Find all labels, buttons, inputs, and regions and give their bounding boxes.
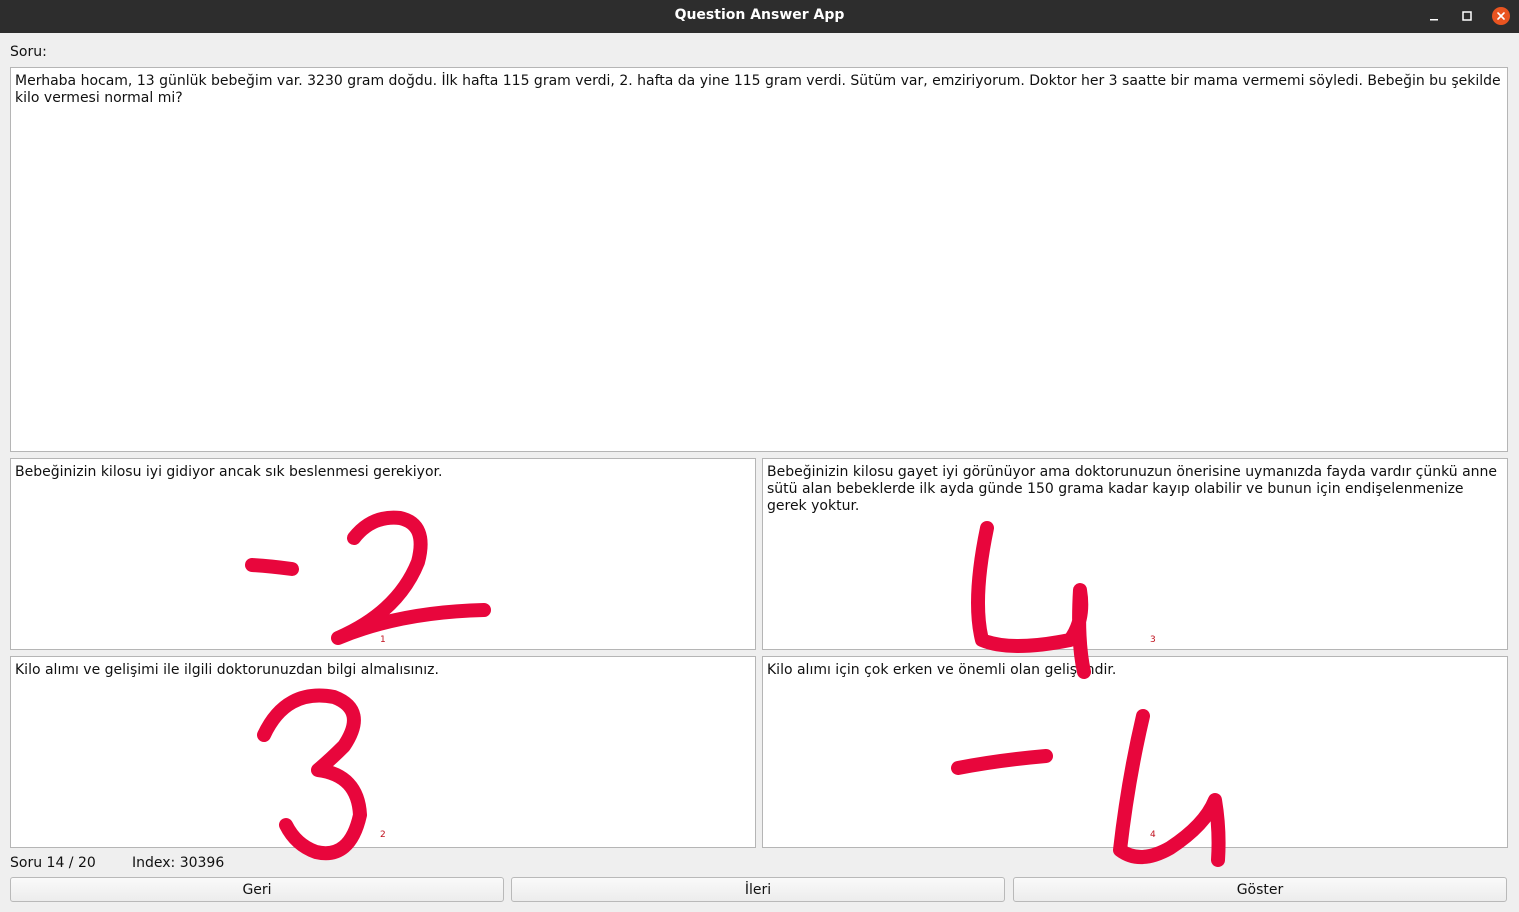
answer-index-label-2: 3 [1150, 635, 1156, 645]
close-icon [1497, 12, 1505, 20]
question-label: Soru: [10, 44, 47, 60]
maximize-icon [1462, 11, 1472, 21]
answer-box-4[interactable]: Kilo alımı için çok erken ve önemli olan… [762, 656, 1508, 848]
title-bar: Question Answer App [0, 0, 1519, 33]
show-button[interactable]: Göster [1013, 877, 1507, 902]
question-counter: Soru 14 / 20 [10, 855, 96, 871]
question-index: Index: 30396 [132, 855, 225, 871]
next-button[interactable]: İleri [511, 877, 1005, 902]
answer-text-3: Kilo alımı ve gelişimi ile ilgili doktor… [15, 662, 439, 678]
close-button[interactable] [1491, 6, 1511, 26]
question-textbox[interactable]: Merhaba hocam, 13 günlük bebeğim var. 32… [10, 67, 1508, 452]
question-text: Merhaba hocam, 13 günlük bebeğim var. 32… [15, 73, 1501, 106]
answer-index-label-1: 1 [380, 635, 386, 645]
answer-box-1[interactable]: Bebeğinizin kilosu iyi gidiyor ancak sık… [10, 458, 756, 650]
close-button-circle [1492, 7, 1510, 25]
minimize-button[interactable] [1424, 6, 1444, 26]
answer-box-3[interactable]: Kilo alımı ve gelişimi ile ilgili doktor… [10, 656, 756, 848]
answer-index-label-3: 2 [380, 830, 386, 840]
minimize-icon [1430, 19, 1438, 21]
back-button[interactable]: Geri [10, 877, 504, 902]
answer-text-1: Bebeğinizin kilosu iyi gidiyor ancak sık… [15, 464, 443, 480]
answer-text-2: Bebeğinizin kilosu gayet iyi görünüyor a… [767, 464, 1498, 514]
window-title: Question Answer App [674, 7, 845, 23]
answer-text-4: Kilo alımı için çok erken ve önemli olan… [767, 662, 1117, 678]
answer-index-label-4: 4 [1150, 830, 1156, 840]
answer-box-2[interactable]: Bebeğinizin kilosu gayet iyi görünüyor a… [762, 458, 1508, 650]
maximize-button[interactable] [1457, 6, 1477, 26]
